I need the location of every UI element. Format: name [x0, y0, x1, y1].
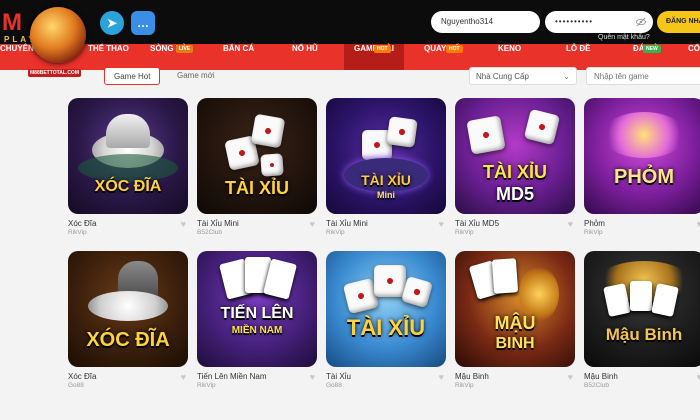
game-card[interactable]: TÀI XỈU Tài Xỉu Go88 ♥	[326, 251, 446, 389]
heart-icon[interactable]: ♥	[697, 372, 700, 382]
heart-icon[interactable]: ♥	[181, 372, 186, 382]
heart-icon[interactable]: ♥	[439, 372, 444, 382]
game-thumbnail[interactable]: TIẾN LÊN MIỀN NAM	[197, 251, 317, 367]
logo[interactable]: M PLAY M88BETTOTAL.COM	[0, 5, 96, 77]
game-art-title: TÀI XỈU	[346, 315, 426, 340]
game-provider: RikVip	[197, 382, 216, 389]
game-card[interactable]: XÓC ĐĨA Xóc Đĩa RikVip ♥	[68, 98, 188, 236]
game-name: Tài Xỉu	[326, 372, 351, 381]
game-card[interactable]: MẬU BINH Mậu Binh RikVip ♥	[455, 251, 575, 389]
dice-icon	[374, 265, 406, 297]
game-thumbnail[interactable]: MẬU BINH	[455, 251, 575, 367]
dice-icon	[250, 113, 286, 149]
game-art-subtitle: BINH	[495, 335, 535, 352]
heart-icon[interactable]: ♥	[568, 372, 573, 382]
game-name: Tài Xỉu Mini	[197, 219, 239, 228]
game-thumbnail[interactable]: Mậu Binh	[584, 251, 700, 367]
game-provider: RikVip	[326, 229, 345, 236]
tab-game-moi[interactable]: Game mới	[168, 67, 224, 85]
search-input[interactable]	[586, 67, 700, 85]
hot-badge: HOT	[446, 45, 463, 53]
logo-site: M88BETTOTAL.COM	[28, 69, 81, 77]
game-thumbnail[interactable]: TÀI XỈU	[197, 98, 317, 214]
game-art-subtitle: MD5	[495, 184, 534, 204]
game-name: Tiến Lên Miền Nam	[197, 372, 267, 381]
telegram-icon[interactable]: ➤	[100, 11, 124, 35]
dice-icon	[466, 115, 506, 155]
card-icon	[630, 281, 652, 311]
game-art-title: PHỎM	[614, 166, 674, 188]
dragon-mascot-icon	[30, 7, 86, 63]
game-name: Tài Xỉu Mini	[326, 219, 368, 228]
game-art-title: XÓC ĐĨA	[86, 329, 170, 351]
live-badge: LIVE	[176, 45, 194, 53]
game-card[interactable]: TIẾN LÊN MIỀN NAM Tiến Lên Miền Nam RikV…	[197, 251, 317, 389]
bowl-icon	[106, 114, 150, 148]
game-name: Xóc Đĩa	[68, 219, 97, 228]
game-card[interactable]: TÀI XỈU Mini Tài Xỉu Mini RikVip ♥	[326, 98, 446, 236]
game-thumbnail[interactable]: XÓC ĐĨA	[68, 98, 188, 214]
game-name: Mậu Binh	[584, 372, 618, 381]
game-name: Mậu Binh	[455, 372, 489, 381]
heart-icon[interactable]: ♥	[697, 219, 700, 229]
game-thumbnail[interactable]: PHỎM	[584, 98, 700, 214]
game-name: Phỏm	[584, 219, 605, 228]
game-provider: RikVip	[68, 229, 87, 236]
game-provider: RikVip	[455, 382, 474, 389]
dice-icon	[400, 275, 434, 309]
game-card[interactable]: Mậu Binh Mậu Binh B52Club ♥	[584, 251, 700, 389]
provider-select-label: Nhà Cung Cấp	[476, 72, 529, 81]
top-bar: ➤ … Quên mật khẩu? ĐĂNG NHẬP	[0, 0, 700, 44]
forgot-password-link[interactable]: Quên mật khẩu?	[598, 34, 650, 41]
logo-letter: M	[2, 9, 22, 36]
heart-icon[interactable]: ♥	[439, 219, 444, 229]
game-name: Xóc Đĩa	[68, 372, 97, 381]
eye-off-icon[interactable]	[636, 17, 646, 27]
game-thumbnail[interactable]: TÀI XỈU	[326, 251, 446, 367]
chevron-down-icon: ⌄	[563, 72, 570, 81]
hot-badge: HOT	[374, 45, 391, 53]
game-provider: Go88	[68, 382, 84, 389]
game-provider: Go88	[326, 382, 342, 389]
heart-icon[interactable]: ♥	[310, 219, 315, 229]
game-thumbnail[interactable]: TÀI XỈU MD5	[455, 98, 575, 214]
game-art-subtitle: Mini	[377, 190, 395, 200]
heart-icon[interactable]: ♥	[568, 219, 573, 229]
new-badge: NEW	[643, 45, 661, 53]
dice-icon	[260, 153, 284, 177]
game-art-title: TÀI XỈU	[361, 172, 411, 188]
login-button[interactable]: ĐĂNG NHẬP	[657, 11, 700, 33]
card-icon	[491, 258, 519, 294]
tab-game-hot[interactable]: Game Hot	[104, 67, 161, 85]
heart-icon[interactable]: ♥	[181, 219, 186, 229]
username-input[interactable]	[431, 11, 540, 33]
game-thumbnail[interactable]: TÀI XỈU Mini	[326, 98, 446, 214]
game-art-subtitle: MIỀN NAM	[231, 325, 283, 336]
game-name: Tài Xỉu MD5	[455, 219, 500, 228]
provider-select[interactable]: Nhà Cung Cấp ⌄	[469, 67, 577, 85]
game-card[interactable]: TÀI XỈU MD5 Tài Xỉu MD5 RikVip ♥	[455, 98, 575, 236]
game-thumbnail[interactable]: XÓC ĐĨA	[68, 251, 188, 367]
game-provider: RikVip	[584, 229, 603, 236]
game-art-title: TIẾN LÊN	[220, 305, 294, 322]
card-icon	[651, 283, 679, 317]
dice-icon	[386, 116, 418, 148]
heart-icon[interactable]: ♥	[310, 372, 315, 382]
game-art-title: Mậu Binh	[605, 325, 683, 344]
game-card[interactable]: XÓC ĐĨA Xóc Đĩa Go88 ♥	[68, 251, 188, 389]
game-art-title: TÀI XỈU	[482, 162, 547, 182]
game-provider: RikVip	[455, 229, 474, 236]
coin-icon	[602, 112, 686, 158]
game-art-title: XÓC ĐĨA	[94, 178, 162, 195]
chat-icon[interactable]: …	[131, 11, 155, 35]
game-art-title: MẬU	[494, 313, 536, 333]
plate-icon	[88, 291, 168, 321]
filter-bar: Game Hot Game mới Nhà Cung Cấp ⌄	[0, 64, 700, 86]
game-art-title: TÀI XỈU	[224, 178, 289, 198]
game-card[interactable]: PHỎM Phỏm RikVip ♥	[584, 98, 700, 236]
dice-icon	[523, 108, 561, 146]
game-provider: B52Club	[197, 229, 222, 236]
game-provider: B52Club	[584, 382, 609, 389]
game-card[interactable]: TÀI XỈU Tài Xỉu Mini B52Club ♥	[197, 98, 317, 236]
